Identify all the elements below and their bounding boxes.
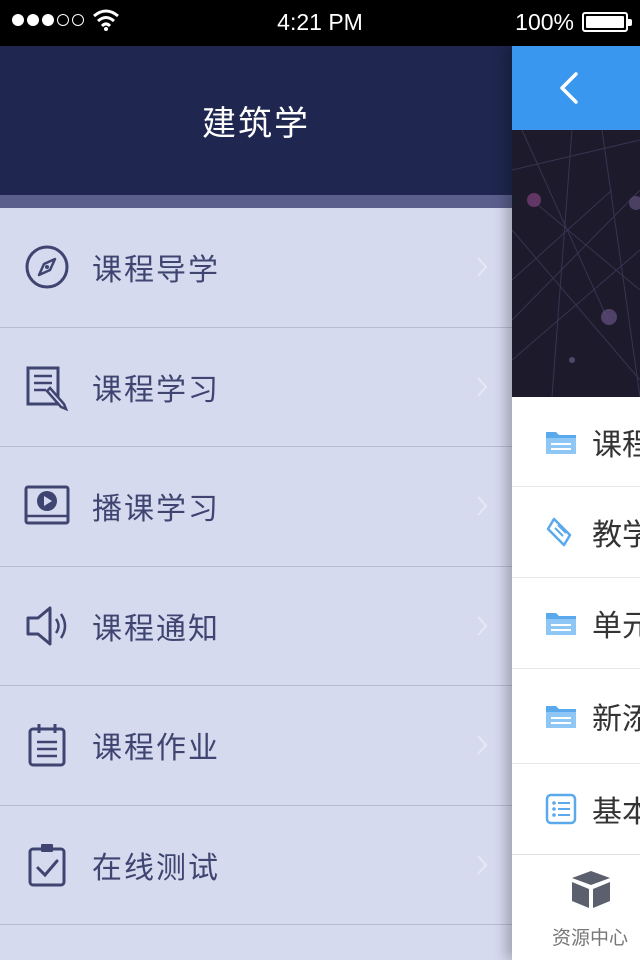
document-pencil-icon <box>26 366 69 411</box>
network-graphic <box>512 130 640 397</box>
scroll-icon <box>546 517 572 547</box>
side-menu: 建筑学 课程导学 课程学习 播课学习 课程通知 课程作业 在线测试 <box>0 46 512 960</box>
nav-bar <box>512 46 640 130</box>
list-item[interactable]: 课程 <box>512 397 640 487</box>
menu-item-online-test[interactable]: 在线测试 <box>0 806 512 925</box>
menu-item-course-study[interactable]: 课程学习 <box>0 328 512 447</box>
status-bar: 4:21 PM 100% <box>0 0 640 46</box>
clipboard-list-icon <box>28 724 66 767</box>
speaker-icon <box>26 606 67 646</box>
course-banner-image[interactable] <box>512 130 640 397</box>
list-item-label: 基本 <box>592 795 640 830</box>
list-item-label: 新添 <box>592 702 640 737</box>
tab-bar: 资源中心 <box>512 854 640 960</box>
compass-icon <box>25 245 69 289</box>
folder-icon <box>546 706 576 728</box>
chevron-right-icon <box>477 496 488 516</box>
list-item[interactable]: 单元 <box>512 578 640 669</box>
menu-title: 建筑学 <box>202 104 310 144</box>
list-item[interactable]: 教学 <box>512 487 640 578</box>
menu-item-course-guide[interactable]: 课程导学 <box>0 208 512 328</box>
menu-item-label: 课程通知 <box>92 611 220 647</box>
list-item[interactable]: 新添 <box>512 669 640 764</box>
chevron-right-icon <box>477 616 488 636</box>
menu-item-broadcast-study[interactable]: 播课学习 <box>0 447 512 567</box>
clipboard-check-icon <box>28 843 66 887</box>
chevron-right-icon <box>477 735 488 755</box>
list-item[interactable]: 基本 <box>512 764 640 855</box>
list-item-label: 教学 <box>592 518 640 553</box>
tab-label: 资源中心 <box>552 927 629 949</box>
menu-item-label: 课程作业 <box>92 731 220 767</box>
menu-item-label: 播课学习 <box>92 492 220 528</box>
chevron-right-icon <box>477 257 488 277</box>
menu-item-label: 在线测试 <box>92 850 220 886</box>
menu-item-course-notice[interactable]: 课程通知 <box>0 567 512 686</box>
chevron-left-icon[interactable] <box>554 68 582 108</box>
menu-item-label: 课程学习 <box>92 372 220 408</box>
list-icon <box>545 793 577 825</box>
list-item-label: 课程 <box>592 427 640 463</box>
menu-item-course-homework[interactable]: 课程作业 <box>0 686 512 806</box>
battery-icon <box>582 12 632 32</box>
battery-percent: 100% <box>515 9 574 35</box>
video-play-icon <box>24 485 70 525</box>
chevron-right-icon <box>477 377 488 397</box>
menu-divider <box>0 195 512 208</box>
menu-header: 建筑学 <box>0 46 512 195</box>
menu-item-label: 课程导学 <box>92 253 220 289</box>
folder-icon <box>546 613 576 635</box>
folder-icon <box>546 431 576 454</box>
open-box-icon <box>572 871 610 908</box>
chevron-right-icon <box>477 855 488 875</box>
main-content-panel[interactable]: 课程 教学 单元 新添 基本 资源中心 <box>512 46 640 960</box>
list-item-label: 单元 <box>592 609 640 644</box>
